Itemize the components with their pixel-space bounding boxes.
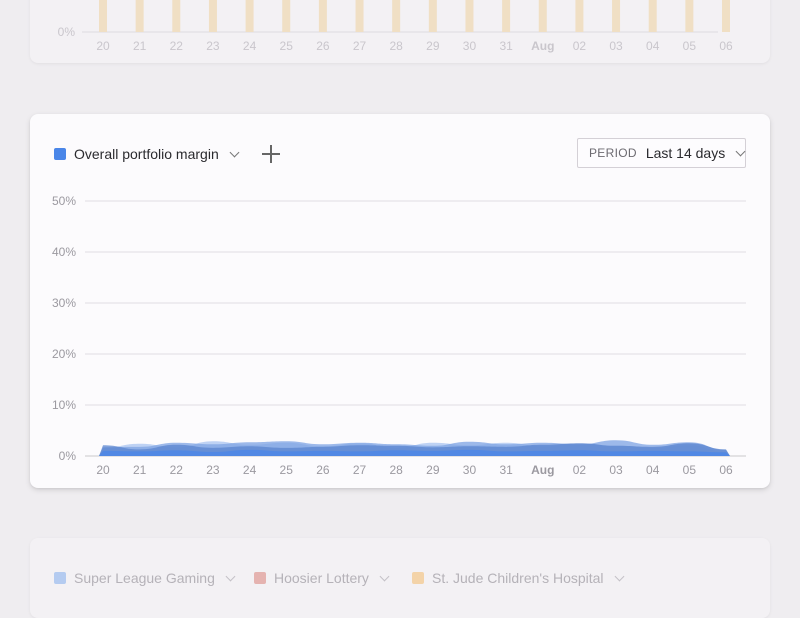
- y-tick-label: 0%: [58, 25, 76, 39]
- chevron-down-icon: [379, 571, 390, 581]
- y-tick-label: 0%: [59, 449, 77, 463]
- x-tick-label: 04: [646, 463, 660, 477]
- chevron-down-icon: [614, 571, 624, 581]
- x-tick-label: 31: [499, 463, 513, 477]
- legend-label: Hoosier Lottery: [274, 570, 369, 586]
- bar: [648, 0, 657, 32]
- x-tick-label: 06: [719, 39, 733, 53]
- series-color-swatch: [412, 572, 424, 584]
- x-tick-label: 05: [683, 39, 697, 53]
- x-tick-label: 28: [389, 39, 403, 53]
- x-tick-label: 04: [646, 39, 660, 53]
- x-tick-label: Aug: [531, 463, 554, 477]
- x-tick-label: 21: [133, 463, 147, 477]
- x-tick-label: 26: [316, 39, 330, 53]
- x-tick-label: 25: [280, 463, 294, 477]
- x-tick-label: 21: [133, 39, 147, 53]
- portfolio-margin-card: Overall portfolio margin PERIOD Last 14 …: [30, 114, 770, 488]
- y-tick-label: 40%: [52, 245, 76, 259]
- bar: [245, 0, 254, 32]
- y-tick-label: 10%: [52, 398, 76, 412]
- x-tick-label: 29: [426, 39, 440, 53]
- top-bar-chart: 0% 20 21 22 23 24 25 26 27 28 29 30 31 Aug 02 03 04 05 06: [58, 0, 733, 53]
- bar: [99, 0, 107, 32]
- x-tick-label: 30: [463, 463, 477, 477]
- x-tick-label: 27: [353, 463, 367, 477]
- legend-label: St. Jude Children's Hospital: [432, 570, 604, 586]
- bar: [135, 0, 144, 32]
- x-tick-label: 02: [573, 463, 587, 477]
- x-tick-label: 24: [243, 39, 257, 53]
- x-tick-label: 31: [499, 39, 513, 53]
- x-tick-label: 03: [609, 39, 623, 53]
- bar: [685, 0, 694, 32]
- legend-item[interactable]: St. Jude Children's Hospital: [412, 570, 624, 586]
- x-tick-label: 30: [463, 39, 477, 53]
- y-tick-label: 30%: [52, 296, 76, 310]
- legend-item[interactable]: Hoosier Lottery: [254, 570, 390, 586]
- x-tick-label: 23: [206, 39, 220, 53]
- x-tick-label: 05: [683, 463, 697, 477]
- x-tick-label: 20: [96, 463, 110, 477]
- x-tick-label: 06: [719, 463, 733, 477]
- y-tick-label: 20%: [52, 347, 76, 361]
- y-tick-label: 50%: [52, 194, 76, 208]
- x-tick-label: 26: [316, 463, 330, 477]
- bar: [502, 0, 511, 32]
- x-tick-label: 20: [96, 39, 110, 53]
- bar: [465, 0, 474, 32]
- legend-item[interactable]: Super League Gaming: [54, 570, 236, 586]
- bar: [355, 0, 364, 32]
- x-tick-label: 02: [573, 39, 587, 53]
- x-tick-label: 23: [206, 463, 220, 477]
- bar: [722, 0, 730, 32]
- series-color-swatch: [254, 572, 266, 584]
- series-color-swatch: [54, 572, 66, 584]
- bar: [538, 0, 547, 32]
- bar: [318, 0, 327, 32]
- top-chart-card: 0% 20 21 22 23 24 25 26 27 28 29 30 31 Aug 02 03 04 05 06: [30, 0, 770, 63]
- x-tick-label: 27: [353, 39, 367, 53]
- x-tick-label: Aug: [531, 39, 554, 53]
- legend-label: Super League Gaming: [74, 570, 215, 586]
- chevron-down-icon: [225, 571, 236, 581]
- x-tick-label: 03: [609, 463, 623, 477]
- bar: [282, 0, 291, 32]
- margin-area-chart: 0% 10% 20% 30% 40% 50% 20 21 22 23 24 25 26 27 28 29 30 3…: [52, 194, 746, 477]
- bar: [392, 0, 401, 32]
- bar: [612, 0, 621, 32]
- bar: [428, 0, 437, 32]
- bottom-chart-card: Super League Gaming Hoosier Lottery St. …: [30, 538, 770, 618]
- bar: [575, 0, 584, 32]
- x-tick-label: 22: [170, 39, 184, 53]
- x-tick-label: 29: [426, 463, 440, 477]
- x-tick-label: 25: [280, 39, 294, 53]
- x-tick-label: 24: [243, 463, 257, 477]
- bar: [172, 0, 181, 32]
- x-tick-label: 22: [170, 463, 184, 477]
- bar: [208, 0, 217, 32]
- x-tick-label: 28: [389, 463, 403, 477]
